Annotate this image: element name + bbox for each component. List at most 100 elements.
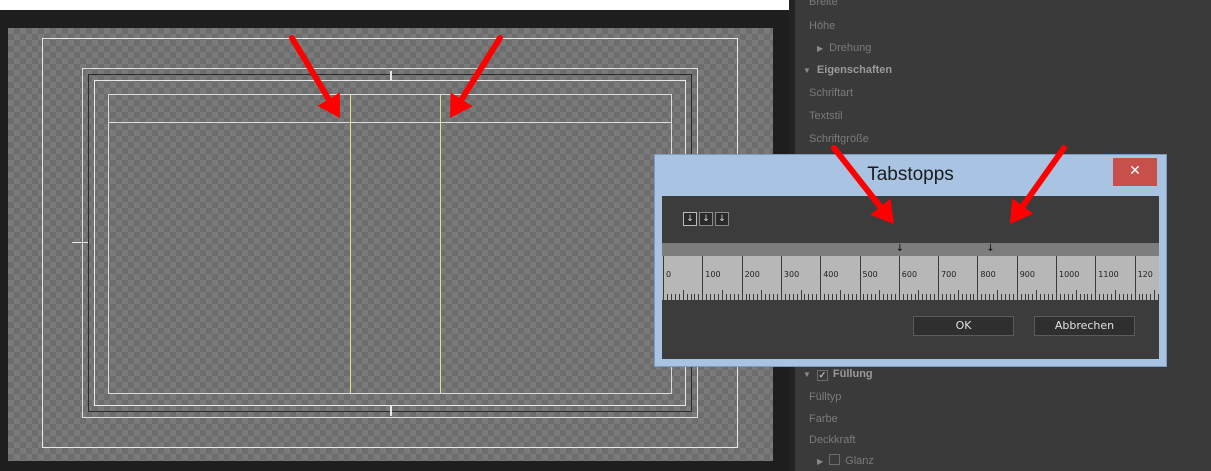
ruler-minor-tick	[725, 294, 727, 300]
ruler-minor-tick	[714, 294, 716, 300]
ruler-major-tick	[1056, 256, 1057, 300]
ruler-minor-tick	[749, 294, 751, 300]
ruler-label: 500	[862, 270, 878, 279]
prop-glanz-label: Glanz	[845, 455, 874, 467]
ruler-minor-tick	[1008, 294, 1010, 300]
ruler-minor-tick	[792, 294, 794, 300]
ruler-minor-tick	[922, 294, 924, 300]
prop-farbe[interactable]: Farbe	[809, 413, 838, 425]
ruler-minor-tick	[761, 290, 763, 300]
prop-breite[interactable]: Breite	[809, 0, 838, 8]
ruler-minor-tick	[1052, 294, 1054, 300]
dialog-title: Tabstopps	[867, 164, 954, 185]
ruler-minor-tick	[1028, 294, 1030, 300]
ruler-minor-tick	[1004, 294, 1006, 300]
ruler-minor-tick	[949, 294, 951, 300]
prop-schriftart[interactable]: Schriftart	[809, 87, 853, 99]
ruler-minor-tick	[989, 294, 991, 300]
prop-deckkraft[interactable]: Deckkraft	[809, 434, 855, 446]
ruler-minor-tick	[1103, 294, 1105, 300]
prop-glanz[interactable]: ▶ Glanz	[817, 454, 874, 467]
ruler-label: 120	[1137, 270, 1153, 279]
tab-stop-strip[interactable]: ↓ ↓	[662, 243, 1159, 256]
ruler-minor-tick	[910, 294, 912, 300]
ruler-minor-tick	[686, 294, 688, 300]
ruler-major-tick	[898, 256, 900, 300]
dialog-body: ↓ ↓ ↓ ↓ ↓ 0 100 200 300 400 500 600 700 800 900 100…	[662, 196, 1159, 359]
ruler-label: 100	[705, 270, 721, 279]
prop-hoehe[interactable]: Höhe	[809, 20, 835, 32]
ruler-minor-tick	[883, 294, 885, 300]
cancel-button[interactable]: Abbrechen	[1034, 316, 1135, 336]
ruler-minor-tick	[804, 294, 806, 300]
ruler-minor-tick	[773, 294, 775, 300]
ruler-minor-tick	[843, 294, 845, 300]
checkbox-checked-icon[interactable]: ✓	[816, 370, 828, 381]
tab-stop-marker-icon[interactable]: ↓	[896, 244, 904, 254]
checkbox-icon[interactable]	[829, 454, 841, 465]
ruler-minor-tick	[871, 294, 873, 300]
ruler-minor-tick	[1048, 294, 1050, 300]
ruler-minor-tick	[902, 294, 904, 300]
ruler-minor-tick	[828, 294, 830, 300]
tab-left-icon[interactable]: ↓	[683, 212, 697, 226]
ruler-label: 900	[1019, 270, 1035, 279]
ruler-minor-tick	[1118, 294, 1120, 300]
ruler-minor-tick	[678, 294, 680, 300]
tab-ruler[interactable]: ↓ ↓ 0 100 200 300 400 500 600 700 800 900 1000 1100 1…	[662, 243, 1159, 300]
ruler-minor-tick	[1111, 294, 1113, 300]
ruler-scale: 0 100 200 300 400 500 600 700 800 900 1000 1100 120	[662, 256, 1159, 300]
ruler-minor-tick	[961, 294, 963, 300]
ruler-minor-tick	[710, 294, 712, 300]
expand-triangle-icon[interactable]: ▶	[817, 457, 823, 466]
collapse-triangle-icon[interactable]: ▼	[803, 66, 811, 75]
ruler-label: 1100	[1098, 270, 1119, 279]
ruler-minor-tick	[831, 294, 833, 300]
section-eigenschaften-label: Eigenschaften	[816, 64, 893, 76]
section-eigenschaften[interactable]: ▼ Eigenschaften	[803, 64, 892, 76]
section-fuellung-label: Füllung	[832, 368, 873, 380]
ruler-minor-tick	[887, 294, 888, 300]
ruler-minor-tick	[800, 290, 802, 300]
center-tick-left	[72, 242, 88, 243]
ruler-minor-tick	[757, 294, 759, 300]
ruler-minor-tick	[733, 294, 735, 300]
prop-drehung[interactable]: ▶ Drehung	[817, 42, 871, 54]
tab-stop-marker-icon[interactable]: ↓	[986, 244, 994, 254]
ruler-major-tick	[663, 256, 664, 300]
ruler-major-tick	[1095, 256, 1097, 300]
ok-button[interactable]: OK	[913, 316, 1014, 336]
ruler-label: 600	[901, 270, 918, 279]
text-box[interactable]	[108, 94, 672, 394]
ruler-minor-tick	[1146, 294, 1148, 300]
ruler-minor-tick	[863, 294, 865, 300]
ruler-minor-tick	[957, 290, 959, 300]
ruler-major-tick	[702, 256, 704, 300]
ruler-major-tick	[859, 256, 861, 300]
prop-textstil[interactable]: Textstil	[809, 110, 843, 122]
ruler-minor-tick	[1083, 294, 1085, 300]
prop-fuelltyp[interactable]: Fülltyp	[809, 391, 841, 403]
tab-center-icon[interactable]: ↓	[699, 212, 713, 226]
ruler-minor-tick	[1099, 294, 1101, 300]
prop-drehung-label: Drehung	[829, 42, 872, 54]
ruler-minor-tick	[1036, 290, 1038, 300]
ruler-label: 700	[941, 270, 957, 279]
ruler-minor-tick	[926, 294, 928, 300]
ruler-minor-tick	[765, 294, 767, 300]
ruler-minor-tick	[788, 294, 790, 300]
close-button[interactable]: ✕	[1113, 158, 1157, 186]
tab-right-icon[interactable]: ↓	[715, 212, 729, 226]
prop-schriftgroesse[interactable]: Schriftgröße	[809, 133, 869, 145]
ruler-major-tick	[780, 256, 782, 300]
expand-triangle-icon[interactable]: ▶	[817, 44, 823, 53]
ruler-minor-tick	[934, 294, 936, 300]
ruler-minor-tick	[1091, 294, 1093, 300]
ruler-minor-tick	[1114, 290, 1116, 300]
ruler-minor-tick	[729, 294, 731, 300]
section-fuellung[interactable]: ▼ ✓ Füllung	[803, 368, 873, 381]
close-icon: ✕	[1129, 163, 1141, 179]
ruler-label: 200	[744, 270, 760, 279]
collapse-triangle-icon[interactable]: ▼	[803, 370, 811, 379]
ruler-minor-tick	[1024, 294, 1026, 300]
